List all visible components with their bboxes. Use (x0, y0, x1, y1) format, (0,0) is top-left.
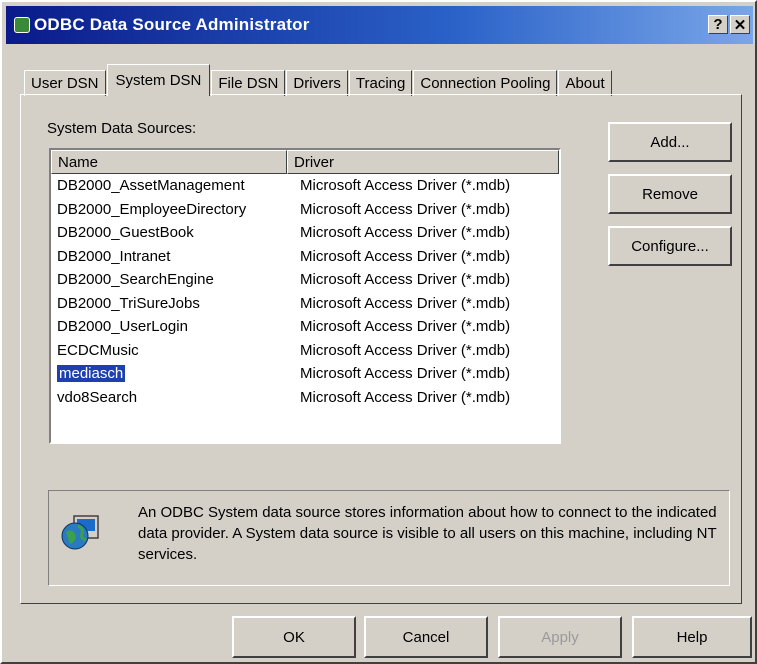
dsn-name-text: DB2000_SearchEngine (57, 271, 214, 289)
table-row[interactable]: DB2000_GuestBook Microsoft Access Driver … (51, 221, 559, 245)
dsn-name-cell: DB2000_SearchEngine (51, 271, 296, 288)
cancel-button-label: Cancel (402, 628, 450, 646)
list-body: DB2000_AssetManagement Microsoft Access D… (51, 174, 559, 409)
table-row[interactable]: ECDCMusic Microsoft Access Driver (*.mdb) (51, 339, 559, 363)
table-row[interactable]: DB2000_Intranet Microsoft Access Driver (… (51, 245, 559, 269)
tab-connection-pooling[interactable]: Connection Pooling (413, 70, 558, 96)
dsn-driver-cell: Microsoft Access Driver (*.mdb) (300, 200, 511, 218)
help-button-label: Help (676, 628, 708, 646)
dsn-name-cell: DB2000_Intranet (51, 248, 296, 265)
description-text: An ODBC System data source stores inform… (138, 504, 717, 563)
dsn-name-text: ECDCMusic (57, 341, 139, 359)
dsn-driver-cell: Microsoft Access Driver (*.mdb) (300, 318, 511, 336)
dsn-name-cell: DB2000_GuestBook (51, 224, 296, 241)
dsn-driver-cell: Microsoft Access Driver (*.mdb) (300, 365, 511, 383)
system-data-sources-label: System Data Sources: (47, 120, 197, 137)
dsn-driver-cell: Microsoft Access Driver (*.mdb) (300, 341, 511, 359)
dsn-name-cell: mediasch (51, 365, 296, 383)
dsn-name-text: DB2000_AssetManagement (57, 177, 245, 195)
dsn-name-cell: DB2000_EmployeeDirectory (51, 201, 296, 218)
dsn-name-cell: vdo8Search (51, 389, 296, 406)
configure-button[interactable]: Configure... (608, 226, 732, 266)
column-header-driver[interactable]: Driver (287, 150, 559, 174)
remove-button-label: Remove (642, 185, 698, 203)
dsn-name-text: DB2000_Intranet (57, 247, 171, 265)
add-button[interactable]: Add... (608, 122, 732, 162)
add-button-label: Add... (650, 133, 690, 151)
dsn-driver-cell: Microsoft Access Driver (*.mdb) (300, 271, 511, 289)
configure-button-label: Configure... (631, 237, 709, 255)
system-dsn-list[interactable]: Name Driver DB2000_AssetManagement Micros… (49, 148, 561, 444)
dsn-driver-cell: Microsoft Access Driver (*.mdb) (300, 294, 511, 312)
table-row[interactable]: DB2000_UserLogin Microsoft Access Driver … (51, 315, 559, 339)
table-row[interactable]: vdo8Search Microsoft Access Driver (*.mdb… (51, 386, 559, 410)
tab-drivers[interactable]: Drivers (286, 70, 348, 96)
tab-user-dsn[interactable]: User DSN (24, 70, 106, 96)
tab-strip: User DSN System DSN File DSN Drivers Tra… (24, 64, 613, 96)
window-title: ODBC Data Source Administrator (34, 15, 310, 34)
dsn-name-text: mediasch (57, 365, 126, 383)
dsn-name-cell: DB2000_TriSureJobs (51, 295, 296, 312)
odbc-globe-icon (61, 515, 99, 550)
help-title-button[interactable]: ? (708, 15, 728, 34)
dsn-driver-cell: Microsoft Access Driver (*.mdb) (300, 388, 511, 406)
help-button[interactable]: Help (632, 616, 752, 658)
ok-button[interactable]: OK (232, 616, 356, 658)
tab-about[interactable]: About (558, 70, 612, 96)
list-header: Name Driver (51, 150, 559, 174)
table-row[interactable]: DB2000_AssetManagement Microsoft Access D… (51, 174, 559, 198)
cancel-button[interactable]: Cancel (364, 616, 488, 658)
dsn-name-text: vdo8Search (57, 388, 138, 406)
dsn-name-cell: ECDCMusic (51, 342, 296, 359)
dsn-name-text: DB2000_EmployeeDirectory (57, 200, 247, 218)
apply-button[interactable]: Apply (498, 616, 622, 658)
remove-button[interactable]: Remove (608, 174, 732, 214)
close-title-button[interactable]: ✕ (730, 15, 750, 34)
dsn-driver-cell: Microsoft Access Driver (*.mdb) (300, 224, 511, 242)
table-row[interactable]: mediasch Microsoft Access Driver (*.mdb) (51, 362, 559, 386)
dsn-driver-cell: Microsoft Access Driver (*.mdb) (300, 177, 511, 195)
tab-system-dsn[interactable]: System DSN (106, 64, 211, 96)
ok-button-label: OK (283, 628, 305, 646)
tab-tracing[interactable]: Tracing (348, 70, 413, 96)
dsn-name-cell: DB2000_UserLogin (51, 318, 296, 335)
dsn-name-text: DB2000_GuestBook (57, 224, 194, 242)
title-bar: ODBC Data Source Administrator ? ✕ (6, 6, 753, 44)
dsn-driver-cell: Microsoft Access Driver (*.mdb) (300, 247, 511, 265)
odbc-admin-window: ODBC Data Source Administrator ? ✕ User … (0, 0, 757, 664)
table-row[interactable]: DB2000_EmployeeDirectory Microsoft Access… (51, 198, 559, 222)
tab-file-dsn[interactable]: File DSN (211, 70, 286, 96)
dsn-name-cell: DB2000_AssetManagement (51, 177, 296, 194)
table-row[interactable]: DB2000_TriSureJobs Microsoft Access Drive… (51, 292, 559, 316)
dsn-name-text: DB2000_UserLogin (57, 318, 188, 336)
table-row[interactable]: DB2000_SearchEngine Microsoft Access Driv… (51, 268, 559, 292)
odbc-app-icon (14, 17, 30, 33)
column-header-name[interactable]: Name (51, 150, 287, 174)
apply-button-label: Apply (541, 628, 579, 646)
dsn-name-text: DB2000_TriSureJobs (57, 294, 200, 312)
